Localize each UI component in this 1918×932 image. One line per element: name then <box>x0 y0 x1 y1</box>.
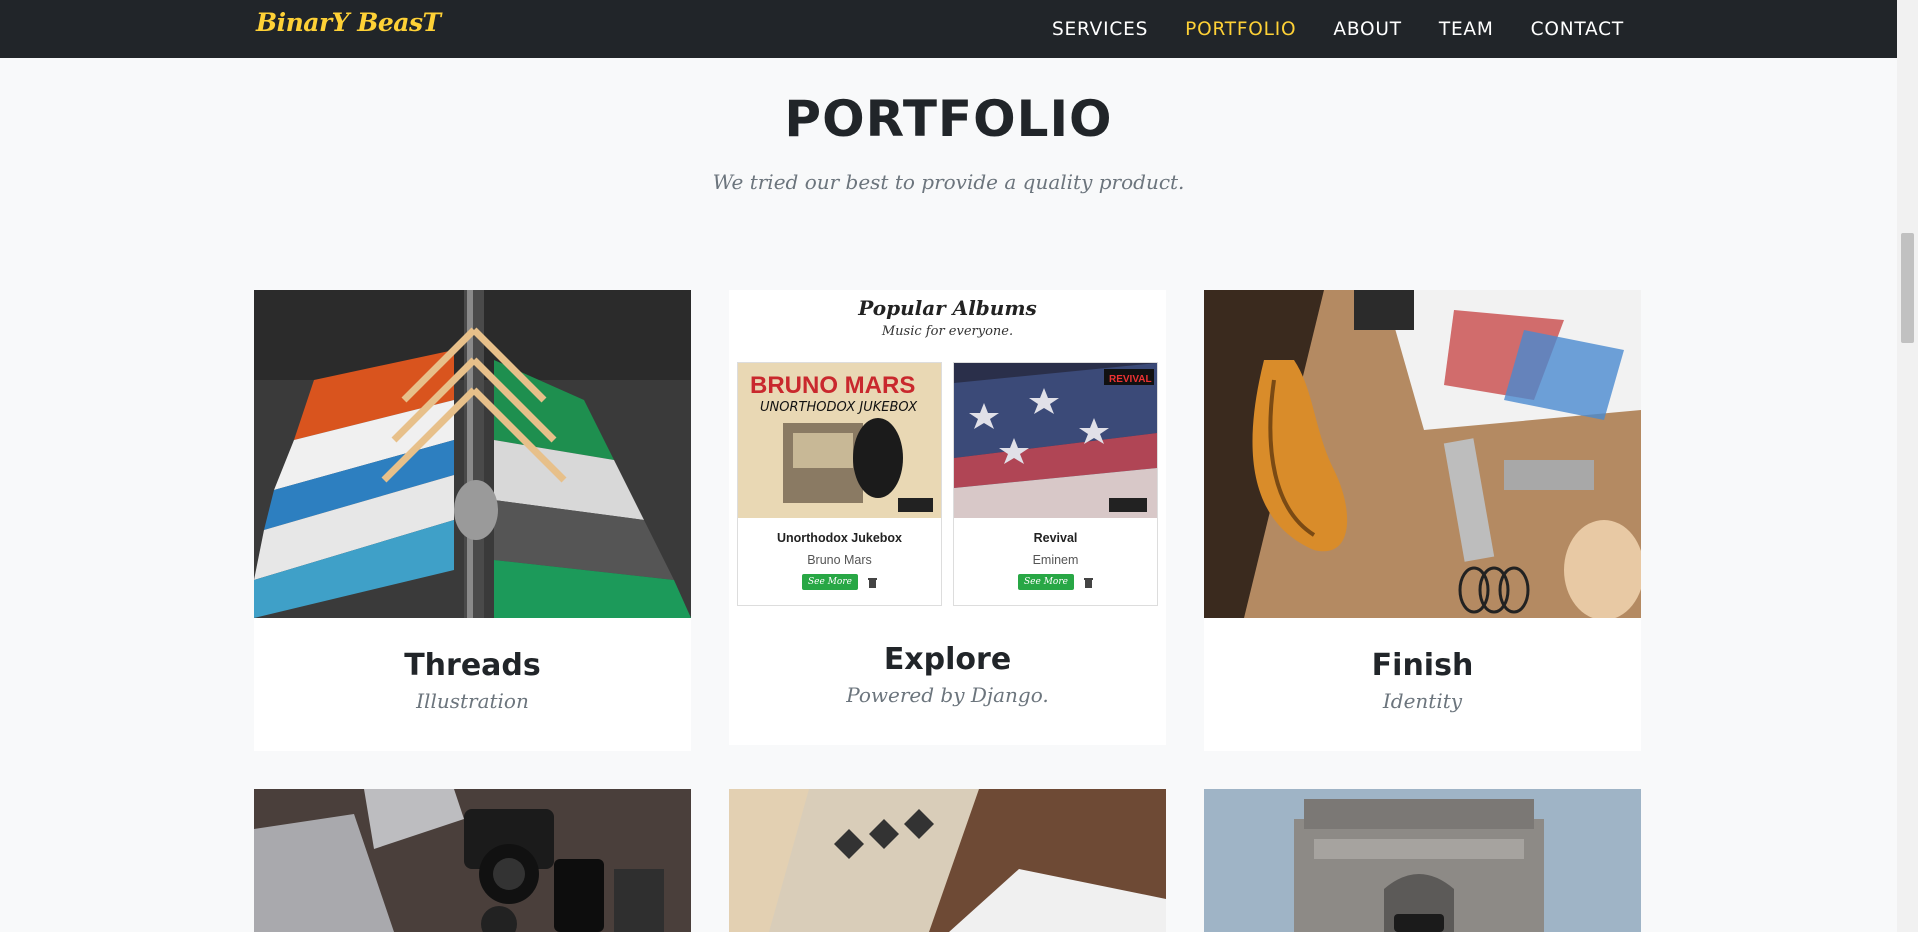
portfolio-item-4[interactable] <box>254 789 691 932</box>
album-card: REVIVAL Revival Eminem See More <box>953 362 1158 606</box>
nav-link-services[interactable]: SERVICES <box>1052 19 1148 40</box>
album-cover-text: REVIVAL <box>1109 374 1152 385</box>
nav-link-about[interactable]: ABOUT <box>1333 19 1401 40</box>
portfolio-image-4[interactable] <box>254 789 691 932</box>
portfolio-item-threads[interactable]: Threads Illustration <box>254 290 691 751</box>
nav-menu: SERVICES PORTFOLIO ABOUT TEAM CONTACT <box>1052 0 1624 58</box>
portfolio-item-6[interactable] <box>1204 789 1641 932</box>
album-cover-subtext: UNORTHODOX JUKEBOX <box>760 400 918 415</box>
portfolio-subtitle: Illustration <box>416 689 529 713</box>
album-cover: REVIVAL <box>954 363 1157 518</box>
brand-logo[interactable]: BinarY BeasT <box>256 8 441 37</box>
portfolio-subtitle: Identity <box>1382 689 1463 713</box>
portfolio-item-finish[interactable]: Finish Identity <box>1204 290 1641 751</box>
portfolio-title: Explore <box>883 642 1012 677</box>
trash-icon[interactable] <box>867 577 877 588</box>
album-actions: See More <box>954 574 1157 590</box>
nav-link-team[interactable]: TEAM <box>1439 19 1494 40</box>
portfolio-item-explore[interactable]: Popular Albums Music for everyone. BRUNO… <box>729 290 1166 745</box>
navbar: BinarY BeasT SERVICES PORTFOLIO ABOUT TE… <box>0 0 1897 58</box>
portfolio-caption-threads: Threads Illustration <box>254 648 691 713</box>
see-more-button[interactable]: See More <box>1018 574 1074 590</box>
portfolio-item-5[interactable] <box>729 789 1166 932</box>
album-actions: See More <box>738 574 941 590</box>
album-name: Revival <box>1033 531 1078 545</box>
album-card: BRUNO MARS UNORTHODOX JUKEBOX Unorthodox… <box>737 362 942 606</box>
album-cover: BRUNO MARS UNORTHODOX JUKEBOX <box>738 363 941 518</box>
preview-title: Popular Albums <box>858 296 1037 320</box>
section-subtitle: We tried our best to provide a quality p… <box>712 170 1185 194</box>
portfolio-image-5[interactable] <box>729 789 1166 932</box>
portfolio-image-threads[interactable] <box>254 290 691 618</box>
portfolio-caption-explore: Explore Powered by Django. <box>729 642 1166 707</box>
preview-subtitle: Music for everyone. <box>881 324 1014 339</box>
portfolio-image-6[interactable] <box>1204 789 1641 932</box>
portfolio-subtitle: Powered by Django. <box>846 683 1049 707</box>
portfolio-caption-finish: Finish Identity <box>1204 648 1641 713</box>
album-preview-image[interactable]: Popular Albums Music for everyone. BRUNO… <box>729 290 1166 618</box>
portfolio-title: Threads <box>404 648 541 683</box>
nav-link-contact[interactable]: CONTACT <box>1531 19 1624 40</box>
section-title: PORTFOLIO <box>784 90 1113 148</box>
album-cover-text: BRUNO MARS <box>750 372 915 399</box>
nav-link-portfolio[interactable]: PORTFOLIO <box>1185 19 1296 40</box>
portfolio-image-finish[interactable] <box>1204 290 1641 618</box>
scrollbar-thumb[interactable] <box>1901 233 1914 343</box>
album-artist: Bruno Mars <box>807 553 872 567</box>
album-name: Unorthodox Jukebox <box>776 531 902 545</box>
page-scrollbar[interactable] <box>1897 0 1918 932</box>
portfolio-title: Finish <box>1371 648 1474 683</box>
see-more-button[interactable]: See More <box>802 574 858 590</box>
trash-icon[interactable] <box>1083 577 1093 588</box>
album-artist: Eminem <box>1032 553 1079 567</box>
